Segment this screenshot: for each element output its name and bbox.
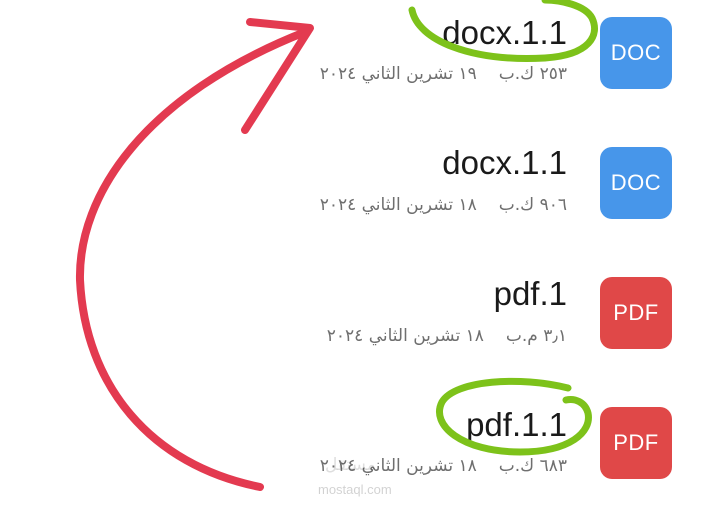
file-meta: ٣٫١ م.ب ١٨ تشرين الثاني ٢٠٢٤: [327, 326, 567, 346]
file-date: ١٨ تشرين الثاني ٢٠٢٤: [326, 326, 484, 346]
file-name: docx.1.1: [442, 144, 567, 181]
file-size: ٢٥٣ ك.ب: [498, 64, 567, 84]
pdf-file-icon: PDF: [600, 407, 672, 479]
file-name: pdf.1.1: [466, 406, 567, 443]
doc-file-icon: DOC: [600, 147, 672, 219]
file-size: ٩٠٦ ك.ب: [498, 195, 567, 215]
file-meta: ٢٥٣ ك.ب ١٩ تشرين الثاني ٢٠٢٤: [320, 64, 567, 84]
file-name: docx.1.1: [442, 14, 567, 51]
file-size: ٦٨٣ ك.ب: [498, 456, 567, 476]
file-meta: ٩٠٦ ك.ب ١٨ تشرين الثاني ٢٠٢٤: [320, 195, 567, 215]
watermark-logo: مستقل: [325, 455, 376, 475]
file-row[interactable]: PDF pdf.1 ٣٫١ م.ب ١٨ تشرين الثاني ٢٠٢٤: [0, 260, 720, 390]
file-date: ١٩ تشرين الثاني ٢٠٢٤: [319, 64, 477, 84]
pdf-file-icon: PDF: [600, 277, 672, 349]
file-row[interactable]: DOC docx.1.1 ٩٠٦ ك.ب ١٨ تشرين الثاني ٢٠٢٤: [0, 130, 720, 260]
watermark-url: mostaql.com: [318, 482, 392, 497]
doc-file-icon: DOC: [600, 17, 672, 89]
file-name: pdf.1: [493, 275, 567, 312]
file-size: ٣٫١ م.ب: [505, 326, 567, 346]
file-date: ١٨ تشرين الثاني ٢٠٢٤: [319, 195, 477, 215]
file-row[interactable]: DOC docx.1.1 ٢٥٣ ك.ب ١٩ تشرين الثاني ٢٠٢٤: [0, 0, 720, 130]
